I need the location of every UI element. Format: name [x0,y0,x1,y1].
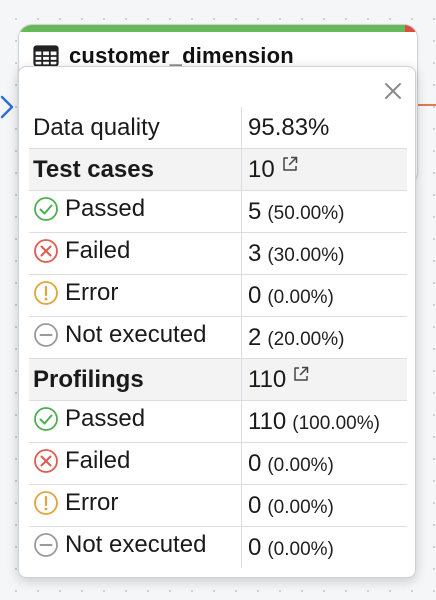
status-label-cell: Passed [29,400,242,443]
status-value-cell: 0 (0.00%) [241,484,407,527]
status-label-wrap: Failed [33,447,130,475]
minus-circle-icon [34,322,58,347]
check-circle-icon [34,406,58,431]
status-label-cell: Error [29,274,242,317]
profilings-status-row: Failed 0 (0.00%) [29,442,407,485]
status-percent: (0.00%) [267,286,334,308]
status-label-cell: Failed [29,232,242,275]
profilings-status-row: Error 0 (0.00%) [29,484,407,527]
status-label: Failed [65,446,131,474]
quality-stats-table: Data quality 95.83% Test cases 10 Passed 5(… [29,107,407,568]
status-label-cell: Passed [29,190,242,233]
test-cases-status-row: Passed 5 (50.00%) [29,190,407,233]
status-label-wrap: Passed [33,195,145,223]
status-value-cell: 0 (0.00%) [241,442,407,485]
test-cases-status-row: Error 0 (0.00%) [29,274,407,317]
status-count: 0 [248,491,262,519]
status-label: Error [65,488,119,516]
status-label-wrap: Passed [33,405,145,433]
status-label-wrap: Error [33,279,118,307]
status-percent: (100.00%) [292,412,380,434]
external-link-icon[interactable] [292,365,310,383]
incoming-edge-arrow-icon [0,95,14,119]
minus-circle-icon [34,532,58,557]
exclamation-circle-icon [34,490,58,515]
status-value-cell: 5 (50.00%) [241,190,407,233]
quality-popover: Data quality 95.83% Test cases 10 Passed 5(… [18,66,416,578]
status-label-wrap: Error [33,489,118,517]
profilings-section-value: 110 [241,358,407,401]
x-circle-icon [34,448,58,473]
table-icon [33,45,59,67]
status-percent: (20.00%) [267,328,345,350]
status-label-cell: Error [29,484,242,527]
node-status-bar-error-segment [405,25,417,32]
status-label: Failed [65,236,131,264]
status-label: Not executed [65,530,207,558]
status-label-cell: Not executed [29,526,242,568]
status-percent: (0.00%) [267,454,334,476]
status-count: 0 [248,449,262,477]
status-value-cell: 110 (100.00%) [241,400,407,443]
status-label-cell: Failed [29,442,242,485]
status-label: Not executed [65,320,207,348]
test-cases-section-value: 10 [241,148,407,191]
profilings-section-label: Profilings [29,358,242,401]
status-label: Passed [65,194,146,222]
test-cases-total: 10 [248,156,275,183]
status-label-wrap: Not executed [33,531,206,559]
data-quality-row: Data quality 95.83% [29,107,407,149]
status-value-cell: 3 (30.00%) [241,232,407,275]
status-count: 5 [248,197,262,225]
data-quality-value: 95.83% [241,107,407,149]
profilings-section-row: Profilings 110 [29,358,407,401]
profilings-total: 110 [248,366,287,393]
profilings-status-row: Passed 110 (100.00%) [29,400,407,443]
test-cases-status-row: Failed 3 (30.00%) [29,232,407,275]
status-percent: (30.00%) [267,244,345,266]
test-cases-section-label: Test cases [29,148,242,191]
status-count: 2 [248,323,262,351]
check-circle-icon [34,196,58,221]
status-label-wrap: Failed [33,237,130,265]
status-value-cell: 0 (0.00%) [241,274,407,317]
status-count: 110 [248,407,287,435]
node-status-bar [19,25,417,32]
status-label-cell: Not executed [29,316,242,359]
status-label: Error [65,278,119,306]
close-icon[interactable] [381,79,405,103]
status-label: Passed [65,404,146,432]
status-count: 3 [248,239,262,267]
external-link-icon[interactable] [281,155,299,173]
status-count: 0 [248,533,262,561]
status-label-wrap: Not executed [33,321,206,349]
status-percent: (0.00%) [267,496,334,518]
test-cases-section-row: Test cases 10 [29,148,407,191]
exclamation-circle-icon [34,280,58,305]
status-percent: (0.00%) [267,538,334,560]
status-count: 0 [248,281,262,309]
x-circle-icon [34,238,58,263]
status-value-cell: 0 (0.00%) [242,527,408,569]
test-cases-status-row: Not executed 2 (20.00%) [29,316,407,359]
profilings-status-row: Not executed 0 (0.00%) [29,526,408,569]
data-quality-label: Data quality [29,107,242,149]
status-percent: (50.00%) [267,202,345,224]
status-value-cell: 2 (20.00%) [241,316,407,359]
